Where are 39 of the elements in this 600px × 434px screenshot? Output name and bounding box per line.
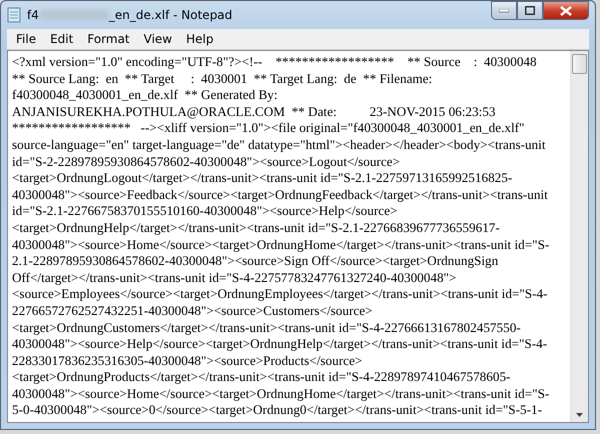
- text-line: <source>Employees</source><target>OrdnungEmployees</target></trans-unit><trans-unit id="S-4-: [12, 286, 548, 303]
- text-line: <target>OrdnungCustomers</target></trans-unit><trans-unit id="S-4-22766613167802457550-: [12, 320, 522, 336]
- text-line: 22766572762527432251-40300048"><source>Customers</source>: [12, 302, 374, 320]
- text-line: <target>OrdnungProducts</target></trans-unit><trans-unit id="S-4-22897897410467578605-: [12, 369, 512, 386]
- minimize-button[interactable]: [491, 1, 517, 20]
- text-line: id="S-2.1-22766758370155510160-40300048"><source>Help</source>: [12, 203, 398, 220]
- text-line: <target>OrdnungLogout</target></trans-unit><trans-unit id="S-2.1-22759713165992516825-: [12, 170, 514, 187]
- scroll-thumb[interactable]: [572, 54, 587, 74]
- menu-item[interactable]: View: [136, 32, 180, 46]
- text-line: ** Source Lang: en ** Target : 4030001 ** Target Lang: de ** Filename:: [12, 70, 434, 88]
- scrollbar[interactable]: [570, 51, 588, 422]
- text-line: 5-0-40300048"><source>0</source><target>Ordnung0</target></trans-unit><trans-unit id="S-5-1-: [12, 402, 543, 420]
- text-line: 40300048"><source>Home</source><target>OrdnungHome</target></trans-unit><trans-unit id="S-: [12, 386, 550, 402]
- text-line: ANJANISUREKHA.POTHULA@ORACLE.COM ** Date: 23-NOV-2015 06:23:53: [12, 104, 496, 120]
- text-line: <?xml version="1.0" encoding="UTF-8"?><!-- ****************** ** Source : 40300048: [12, 54, 538, 71]
- text-line: 2.1-22897895930864578602-40300048"><source>Sign Off</source><target>OrdnungSign: [12, 253, 500, 270]
- text-line: id="S-2-22897895930864578602-40300048"><source>Logout</source>: [12, 154, 401, 170]
- maximize-icon: [525, 6, 535, 15]
- text-line: f40300048_4030001_en_de.xlf ** Generated By:: [12, 87, 279, 104]
- close-icon: [560, 6, 572, 16]
- text-line: source-language="en" target-language="de" datatype="html"><header></header><body><trans-unit: [12, 136, 546, 154]
- text-line: 40300048"><source>Feedback</source><target>OrdnungFeedback</target></trans-unit><trans-unit: [12, 186, 549, 204]
- minimize-icon: [499, 8, 509, 12]
- text-line: <target>OrdnungHelp</target></trans-unit><trans-unit id="S-2.1-22766839677736559617-: [12, 220, 501, 237]
- menu-item[interactable]: Format: [80, 32, 137, 46]
- menu-item[interactable]: Help: [179, 32, 220, 46]
- text-line: 22833017836235316305-40300048"><source>Products</source>: [12, 352, 364, 370]
- text-line: 40300048"><source>Help</source><target>OrdnungHelp</target></trans-unit><trans-unit id="S-4-: [12, 336, 548, 353]
- text-line: 40300048"><source>Home</source><target>OrdnungHome</target></trans-unit><trans-unit id="S-: [12, 236, 550, 254]
- menu-item[interactable]: File: [9, 32, 44, 46]
- window-title: _en_de.xlf - Notepad: [108, 8, 232, 22]
- maximize-button[interactable]: [517, 1, 543, 20]
- down-arrow-icon[interactable]: [576, 413, 583, 417]
- text-line: ****************** --><xliff version="1.0"><file original="f40300048_4030001_en_de.xlf": [12, 120, 526, 137]
- menu-item[interactable]: Edit: [43, 32, 80, 46]
- text-line: Off</target></trans-unit><trans-unit id="S-4-22757783247761327240-40300048">: [12, 270, 458, 286]
- window-title: f4: [27, 8, 39, 22]
- close-button[interactable]: [543, 1, 589, 20]
- notepad-icon: [7, 7, 21, 23]
